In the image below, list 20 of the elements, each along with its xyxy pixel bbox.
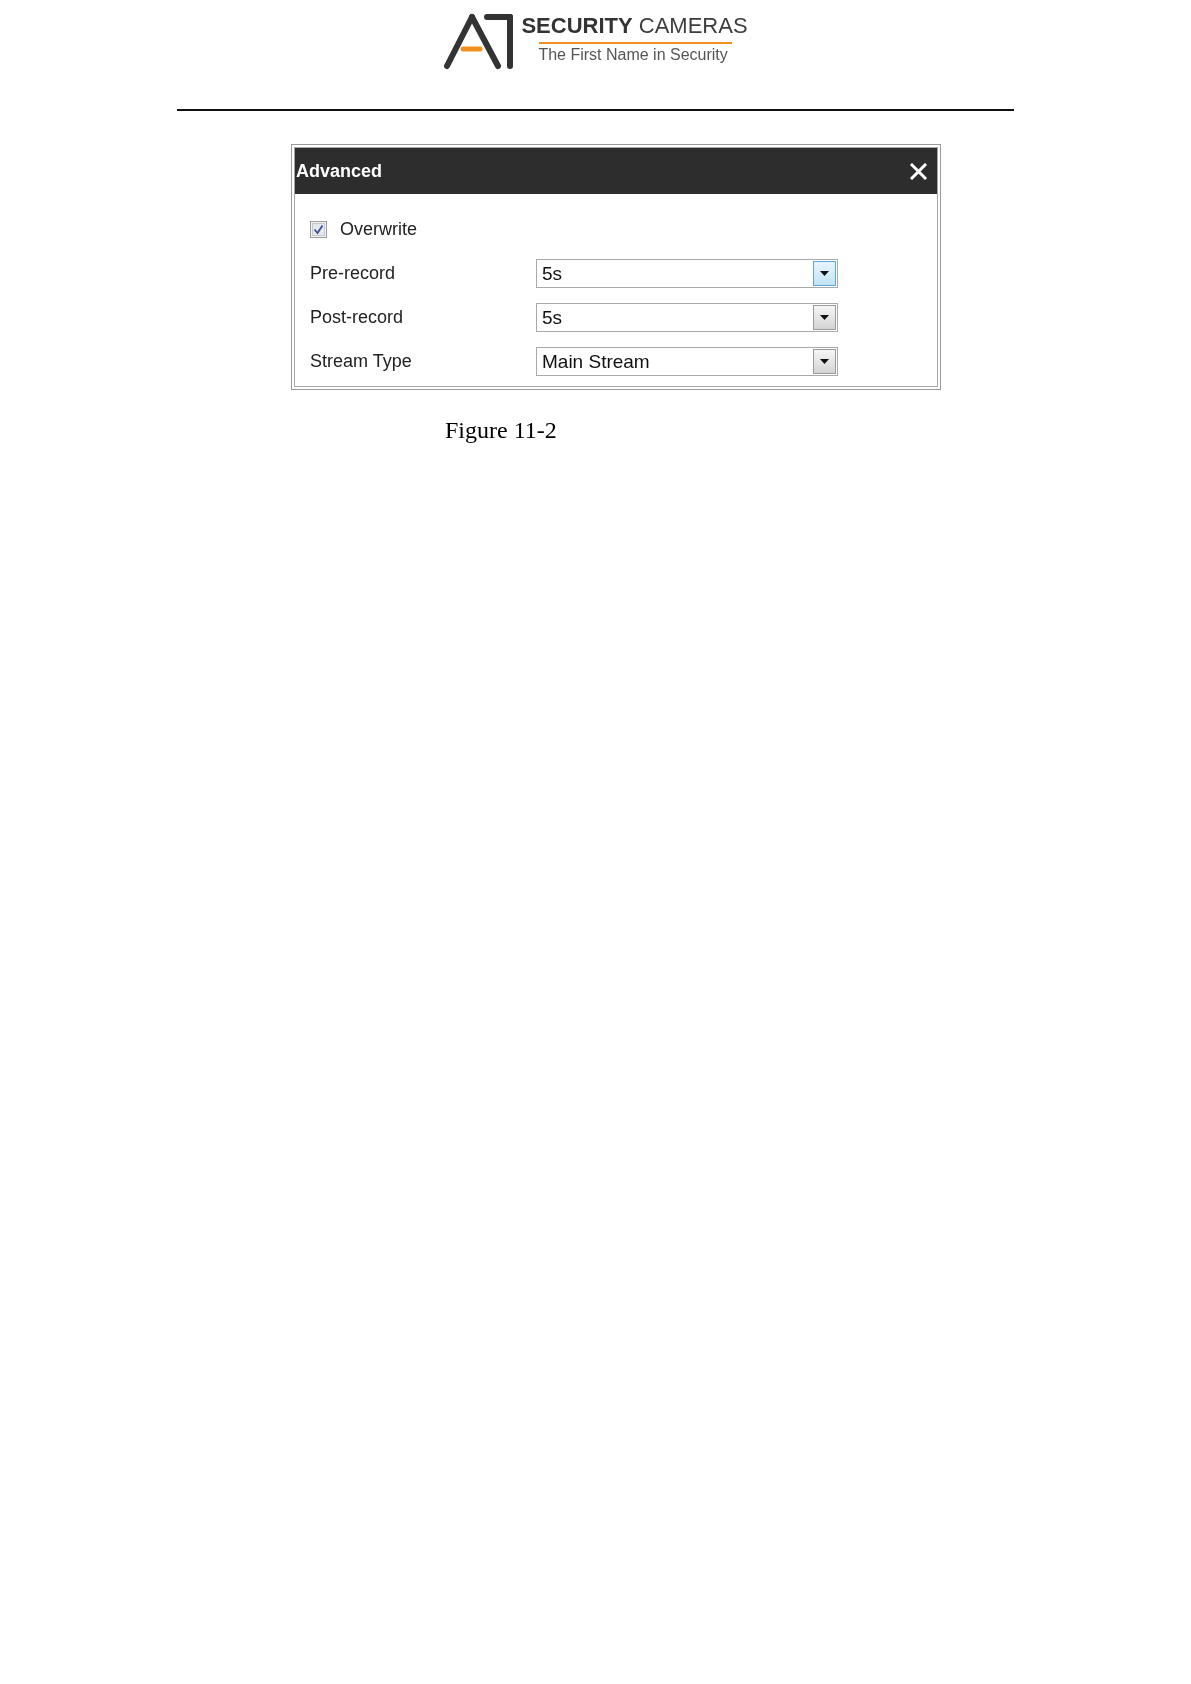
field-label: Pre-record xyxy=(310,263,397,284)
dropdown-select[interactable]: Main Stream xyxy=(536,347,838,376)
field-label: Stream Type xyxy=(310,351,413,372)
dropdown-button[interactable] xyxy=(813,305,836,330)
dropdown-select[interactable]: 5s xyxy=(536,303,838,332)
logo-icon xyxy=(443,13,516,70)
dropdown-button[interactable] xyxy=(813,261,836,286)
figure-caption: Figure 11-2 xyxy=(445,416,557,445)
close-icon[interactable] xyxy=(910,162,927,180)
dialog-title: Advanced xyxy=(296,160,383,182)
caret-icon xyxy=(820,315,829,320)
dropdown-select[interactable]: 5s xyxy=(536,259,838,288)
brand-name: SECURITY CAMERAS xyxy=(521,12,748,39)
checkbox[interactable] xyxy=(310,221,327,238)
tagline: The First Name in Security xyxy=(538,45,729,65)
field-label: Post-record xyxy=(310,307,405,328)
caret-icon xyxy=(820,359,829,364)
checkbox-label: Overwrite xyxy=(340,219,417,240)
dropdown-button[interactable] xyxy=(813,349,836,374)
caret-icon xyxy=(820,271,829,276)
